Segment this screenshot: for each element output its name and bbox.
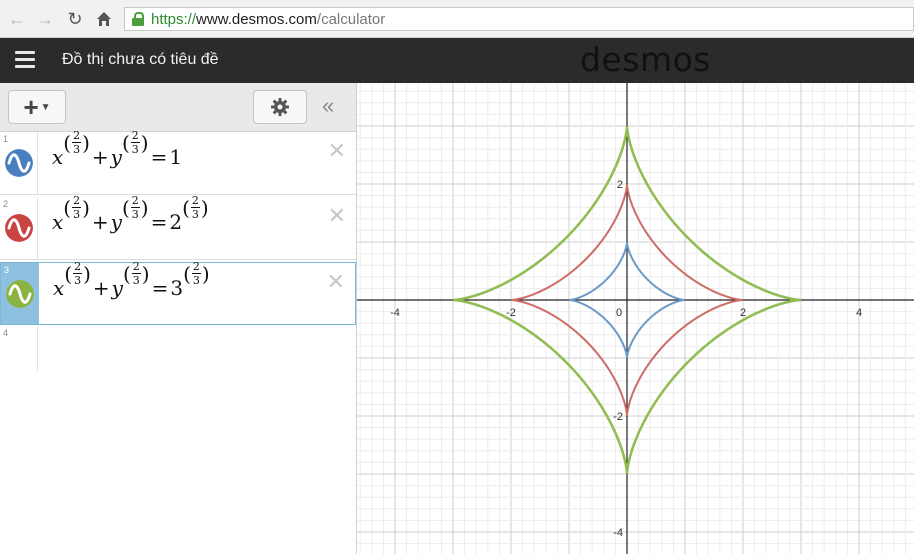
expression-gutter: 2 bbox=[0, 197, 38, 259]
plus-sign: + bbox=[91, 210, 109, 234]
expression-index: 2 bbox=[3, 199, 9, 209]
expression-list-panel: + ▼ « 1 x (2 3) + y (2 3) = 1 ✕ 2 x … bbox=[0, 83, 357, 554]
exp-numerator: 2 bbox=[132, 260, 140, 273]
exponent: (2 3) bbox=[63, 129, 90, 156]
exp-denominator: 3 bbox=[191, 208, 199, 221]
expression-row-empty[interactable]: 4 bbox=[0, 326, 356, 371]
expression-row[interactable]: 1 x(2 3) + y(2 3) = 1 ✕ bbox=[0, 130, 356, 195]
exponent: (2 3) bbox=[182, 194, 209, 221]
exp-numerator: 2 bbox=[73, 129, 81, 142]
expression-index: 3 bbox=[4, 265, 10, 275]
y-tick-label: 2 bbox=[617, 179, 623, 191]
x-tick-label: -4 bbox=[390, 307, 400, 319]
exp-numerator: 2 bbox=[131, 194, 139, 207]
collapse-panel-icon[interactable]: « bbox=[322, 93, 334, 119]
delete-expression-icon[interactable]: ✕ bbox=[328, 138, 346, 164]
plus-sign: + bbox=[91, 145, 109, 169]
url-path: /calculator bbox=[316, 10, 386, 28]
url-host: www.desmos.com bbox=[196, 10, 317, 28]
plus-icon: + bbox=[23, 91, 39, 122]
x-tick-label: 0 bbox=[616, 307, 622, 319]
exponent: (2 3) bbox=[64, 260, 91, 287]
rhs-value: 2 bbox=[169, 210, 183, 234]
equals-sign: = bbox=[150, 210, 168, 234]
graph-title[interactable]: Đồ thị chưa có tiêu đề bbox=[62, 51, 219, 69]
graph-settings-button[interactable] bbox=[253, 90, 307, 124]
expression-row[interactable]: 2 x(2 3) + y(2 3) = 2(2 3) ✕ bbox=[0, 195, 356, 260]
graph-color-icon[interactable] bbox=[6, 280, 34, 308]
exp-numerator: 2 bbox=[192, 260, 200, 273]
home-icon[interactable] bbox=[93, 7, 115, 31]
exponent: (2 3) bbox=[63, 194, 90, 221]
exponent: (2 3) bbox=[121, 194, 149, 221]
exp-denominator: 3 bbox=[132, 274, 140, 287]
expression-gutter: 4 bbox=[0, 326, 38, 371]
graph-color-icon[interactable] bbox=[5, 149, 33, 177]
hamburger-menu-icon[interactable] bbox=[15, 51, 35, 68]
y-tick-label: -2 bbox=[613, 411, 623, 423]
exp-denominator: 3 bbox=[192, 274, 200, 287]
graph-paper[interactable]: -4 -2 0 2 4 2 -2 -4 bbox=[357, 83, 914, 554]
exp-denominator: 3 bbox=[131, 143, 139, 156]
app-header: Đồ thị chưa có tiêu đề desmos bbox=[0, 38, 914, 83]
var-y: y bbox=[110, 210, 122, 234]
math-expression[interactable]: x(2 3) + y(2 3) = 3(2 3) bbox=[53, 261, 210, 300]
equals-sign: = bbox=[151, 276, 169, 300]
forward-arrow-icon[interactable]: → bbox=[34, 7, 56, 31]
var-y: y bbox=[110, 145, 122, 169]
url-scheme: https:// bbox=[151, 10, 197, 28]
graph-color-icon[interactable] bbox=[5, 214, 33, 242]
exp-numerator: 2 bbox=[131, 129, 139, 142]
math-expression[interactable]: x(2 3) + y(2 3) = 2(2 3) bbox=[52, 195, 209, 234]
x-tick-label: 4 bbox=[856, 307, 862, 319]
exp-numerator: 2 bbox=[73, 194, 81, 207]
exponent: (2 3) bbox=[122, 260, 150, 287]
x-tick-label: 2 bbox=[740, 307, 746, 319]
address-bar[interactable]: https://www.desmos.com/calculator bbox=[124, 7, 914, 31]
var-x: x bbox=[52, 210, 64, 234]
exp-denominator: 3 bbox=[74, 274, 82, 287]
y-tick-label: -4 bbox=[613, 527, 623, 539]
browser-toolbar: ← → ↻ https://www.desmos.com/calculator bbox=[0, 0, 914, 38]
plus-sign: + bbox=[92, 276, 110, 300]
expression-index: 1 bbox=[3, 134, 9, 144]
math-expression[interactable]: x(2 3) + y(2 3) = 1 bbox=[52, 130, 183, 169]
exp-denominator: 3 bbox=[73, 143, 81, 156]
desmos-logo: desmos bbox=[580, 40, 711, 79]
var-y: y bbox=[111, 276, 123, 300]
exp-numerator: 2 bbox=[191, 194, 199, 207]
expression-gutter: 3 bbox=[1, 263, 39, 324]
add-item-button[interactable]: + ▼ bbox=[8, 90, 66, 124]
expression-row[interactable]: 3 x(2 3) + y(2 3) = 3(2 3) ✕ bbox=[0, 261, 356, 325]
exp-numerator: 2 bbox=[74, 260, 82, 273]
delete-expression-icon[interactable]: ✕ bbox=[328, 203, 346, 229]
expression-gutter: 1 bbox=[0, 132, 38, 194]
graph-canvas[interactable]: -4 -2 0 2 42-2-4 bbox=[357, 83, 914, 554]
expression-index: 4 bbox=[3, 328, 9, 338]
var-x: x bbox=[53, 276, 65, 300]
exponent: (2 3) bbox=[183, 260, 210, 287]
caret-down-icon: ▼ bbox=[40, 101, 51, 113]
gear-icon bbox=[271, 98, 289, 116]
rhs-value: 3 bbox=[170, 276, 184, 300]
exponent: (2 3) bbox=[121, 129, 149, 156]
exp-denominator: 3 bbox=[131, 208, 139, 221]
reload-icon[interactable]: ↻ bbox=[64, 7, 86, 31]
var-x: x bbox=[52, 145, 64, 169]
equals-sign: = bbox=[150, 145, 168, 169]
exp-denominator: 3 bbox=[73, 208, 81, 221]
lock-icon bbox=[131, 12, 145, 26]
back-arrow-icon[interactable]: ← bbox=[6, 7, 28, 31]
expression-toolbar: + ▼ « bbox=[0, 83, 356, 132]
rhs-value: 1 bbox=[169, 145, 183, 169]
delete-expression-icon[interactable]: ✕ bbox=[327, 269, 345, 295]
